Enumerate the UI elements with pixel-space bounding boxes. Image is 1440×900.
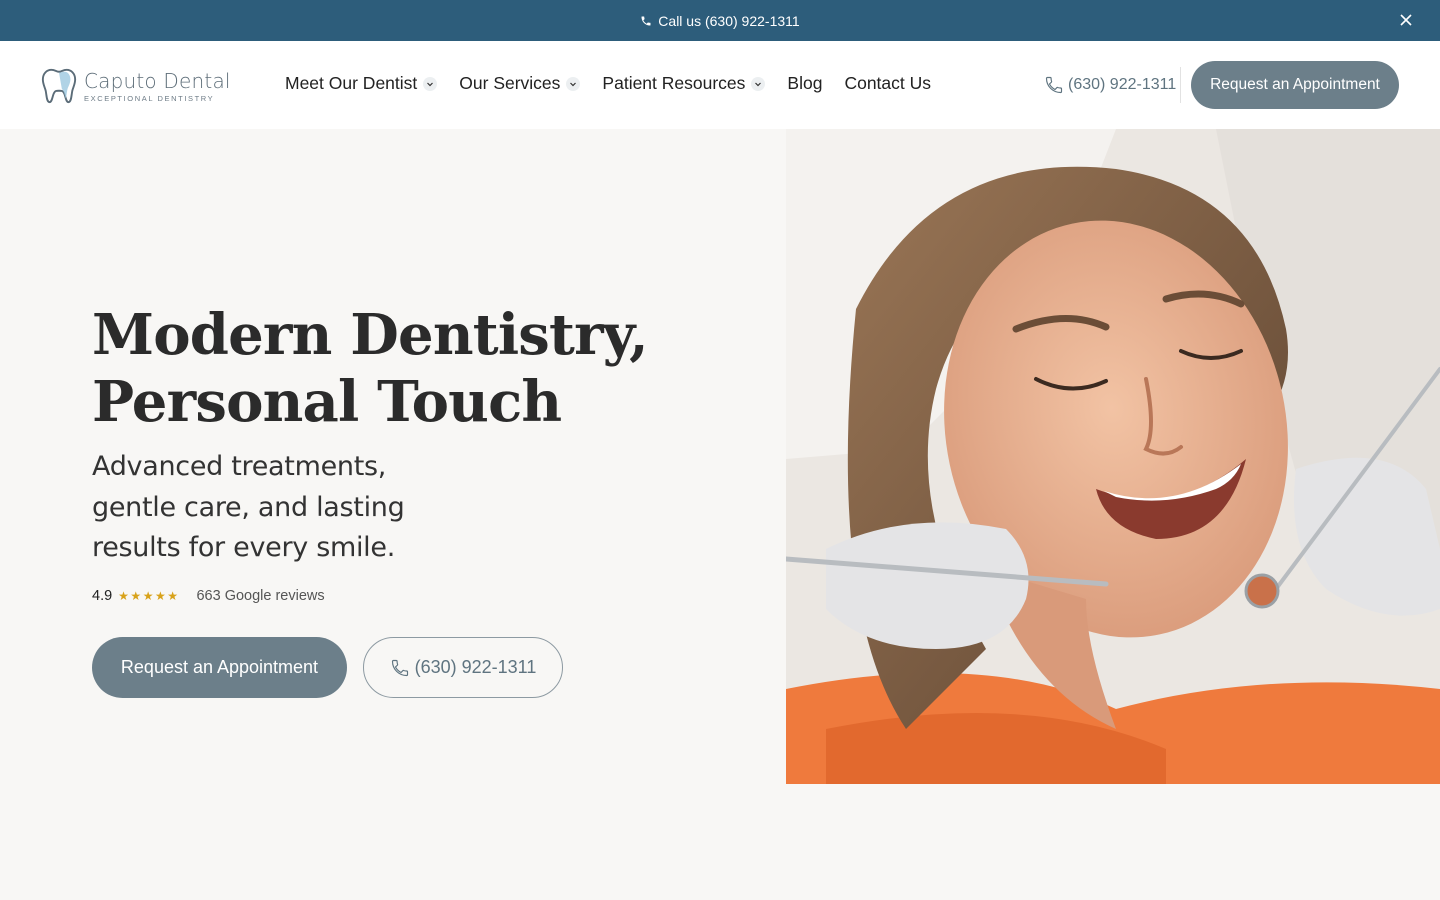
close-icon[interactable] <box>1398 12 1414 28</box>
nav-item-label: Our Services <box>459 73 561 93</box>
chevron-down-icon <box>751 76 766 91</box>
nav-item-label: Blog <box>787 73 823 93</box>
logo[interactable]: Caputo Dental EXCEPTIONAL DENTISTRY <box>40 67 231 105</box>
nav-item-meet-our-dentist[interactable]: Meet Our Dentist <box>285 73 438 94</box>
logo-tagline: EXCEPTIONAL DENTISTRY <box>84 93 215 103</box>
hero-subtitle: Advanced treatments, gentle care, and la… <box>92 451 405 563</box>
hero-title: Modern Dentistry, Personal Touch <box>92 302 649 436</box>
nav-item-contact-us[interactable]: Contact Us <box>844 73 931 94</box>
tooth-logo-icon <box>41 68 77 104</box>
phone-icon <box>1045 76 1063 94</box>
hero-title-line2: Personal Touch <box>92 369 562 435</box>
hero-phone-text: (630) 922-1311 <box>414 657 537 677</box>
header-request-appointment-button[interactable]: Request an Appointment <box>1191 61 1399 109</box>
main-nav: Meet Our Dentist Our Services Patient Re… <box>285 73 953 94</box>
logo-name: Caputo Dental <box>84 68 231 93</box>
chevron-down-icon <box>423 76 438 91</box>
site-header: Caputo Dental EXCEPTIONAL DENTISTRY Meet… <box>0 41 1440 129</box>
hero-phone-button[interactable]: (630) 922-1311 <box>363 637 563 698</box>
rating-score: 4.9 <box>92 588 113 604</box>
phone-icon <box>641 16 651 25</box>
header-phone-link[interactable]: (630) 922-1311 <box>1044 75 1176 95</box>
google-rating: 4.9 ★★★★★ 663 Google reviews <box>92 588 325 604</box>
announcement-call-link[interactable]: Call us (630) 922-1311 <box>658 13 799 29</box>
nav-item-patient-resources[interactable]: Patient Resources <box>602 73 766 94</box>
chevron-down-icon <box>566 76 581 91</box>
star-rating-icon: ★★★★★ <box>118 589 180 603</box>
nav-item-label: Meet Our Dentist <box>285 73 418 93</box>
hero-photo-smiling-patient <box>786 129 1440 784</box>
header-phone-text: (630) 922-1311 <box>1068 76 1177 93</box>
hero-request-appointment-button[interactable]: Request an Appointment <box>92 637 347 698</box>
announcement-bar: Call us (630) 922-1311 <box>0 0 1440 41</box>
phone-icon <box>391 659 408 676</box>
nav-item-label: Contact Us <box>844 73 932 93</box>
hero-title-line1: Modern Dentistry, <box>92 302 649 368</box>
review-count[interactable]: 663 Google reviews <box>196 588 324 604</box>
nav-item-our-services[interactable]: Our Services <box>459 73 581 94</box>
nav-item-blog[interactable]: Blog <box>787 73 822 94</box>
nav-item-label: Patient Resources <box>602 73 746 93</box>
header-divider <box>1180 67 1181 103</box>
hero-photo-illustration <box>786 129 1440 784</box>
